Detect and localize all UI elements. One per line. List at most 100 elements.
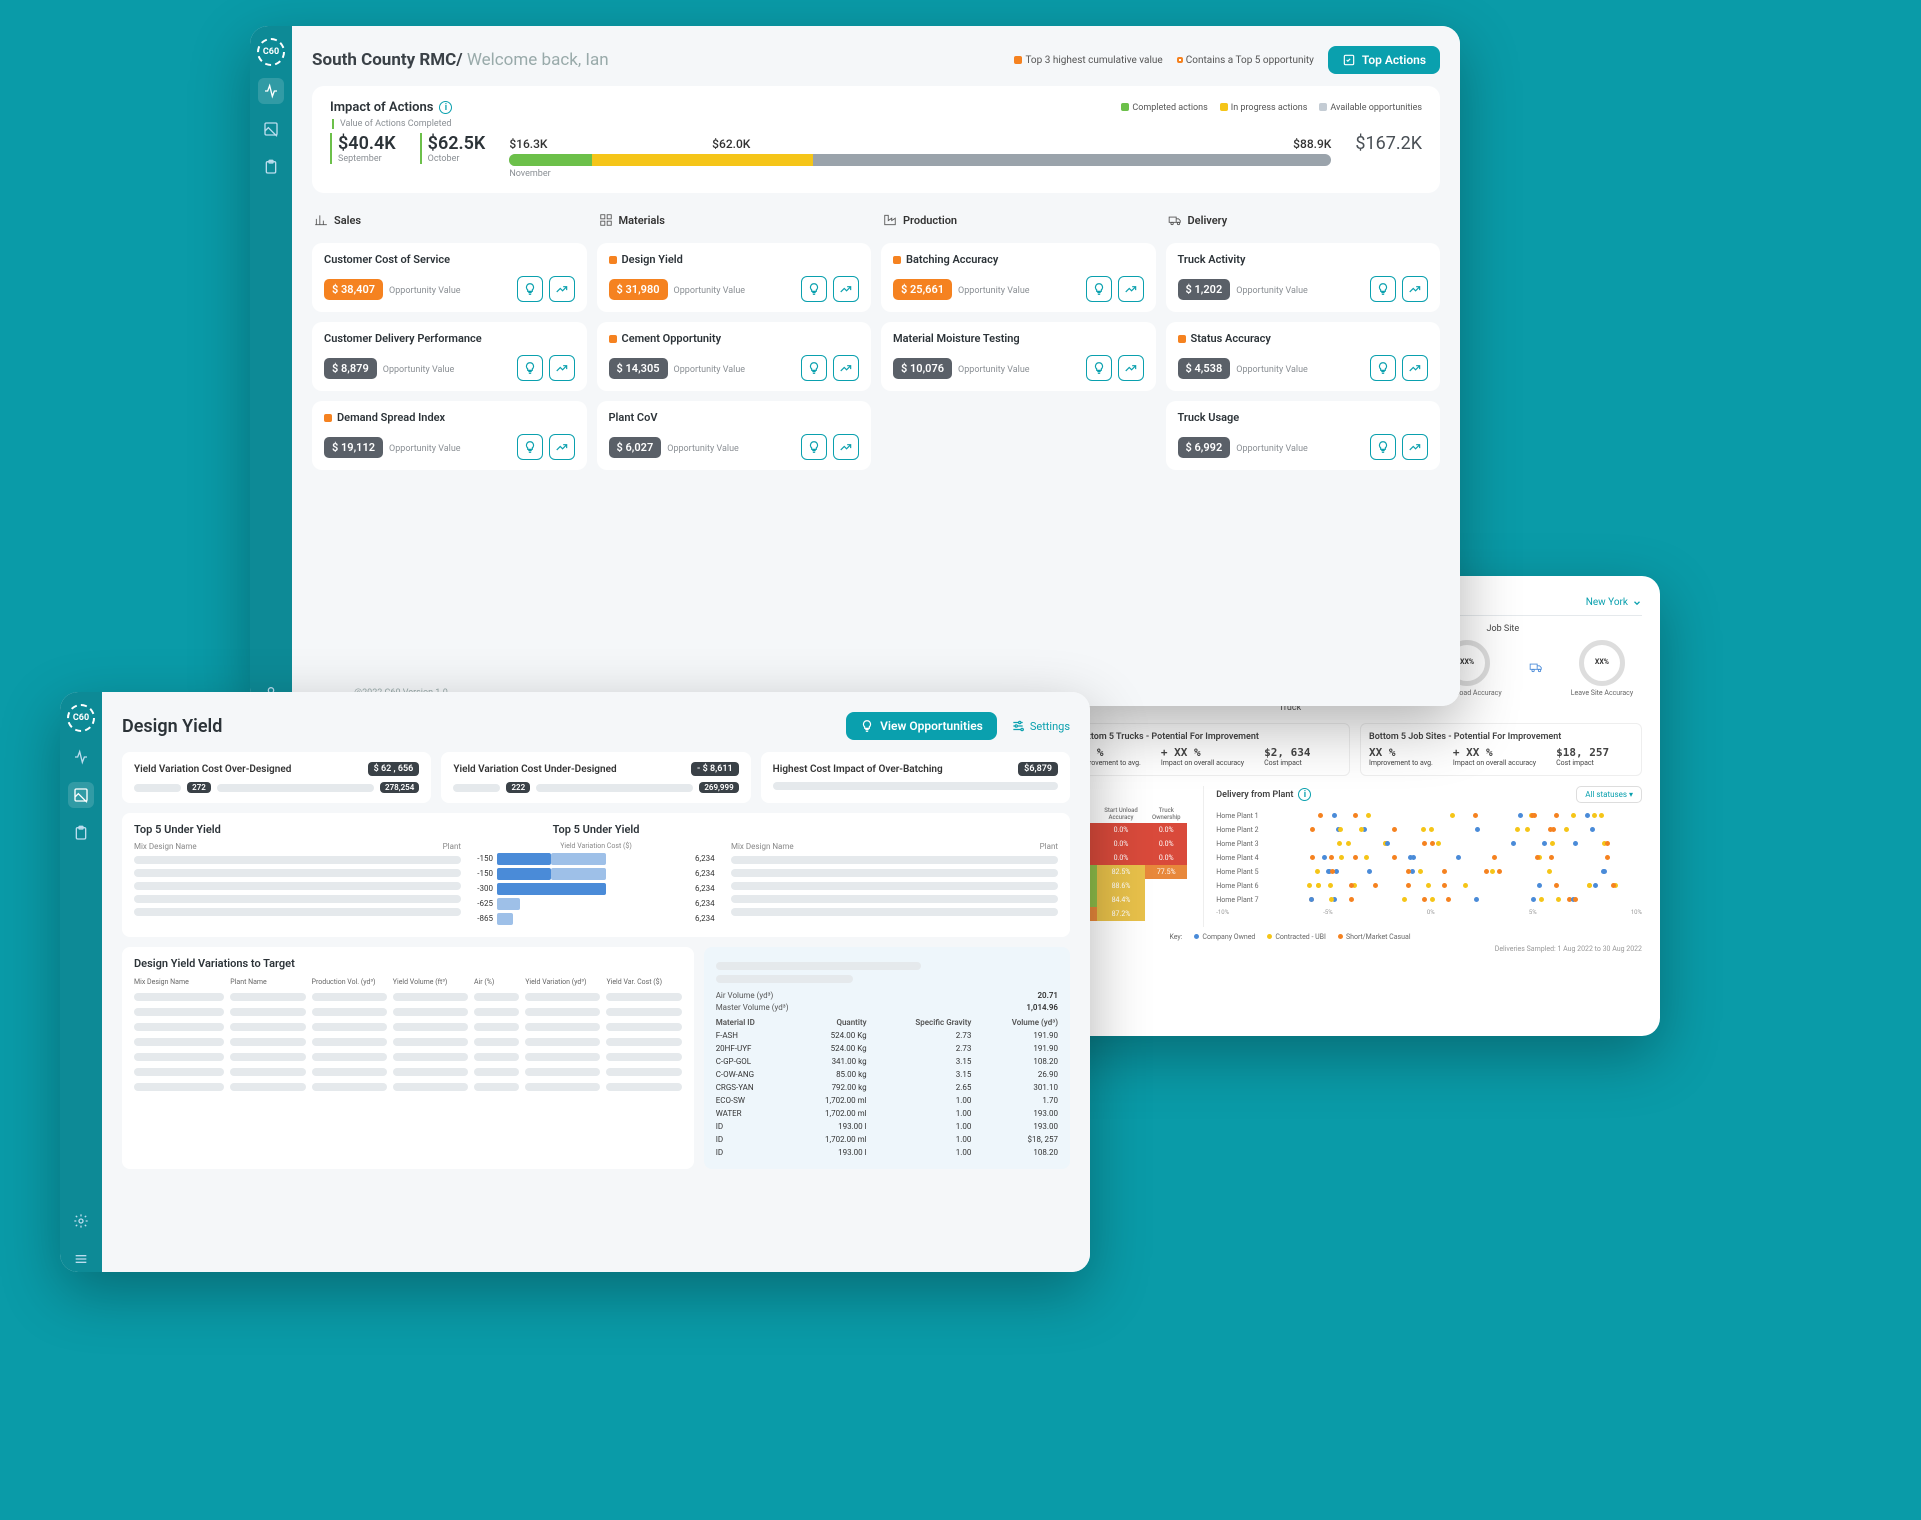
trend-icon[interactable] xyxy=(1402,355,1428,381)
chart-bar-row: -3006,234 xyxy=(461,882,731,895)
metric-card[interactable]: Design Yield$ 31,980Opportunity Value xyxy=(597,243,872,312)
lightbulb-icon[interactable] xyxy=(801,276,827,302)
table-row[interactable] xyxy=(134,1038,682,1046)
metric-card[interactable]: Truck Activity$ 1,202Opportunity Value xyxy=(1166,243,1441,312)
nav-clipboard-icon[interactable] xyxy=(68,820,94,846)
metric-card[interactable]: Batching Accuracy$ 25,661Opportunity Val… xyxy=(881,243,1156,312)
lightbulb-icon[interactable] xyxy=(1086,355,1112,381)
table-row: C-OW-ANG85.00 kg3.1526.90 xyxy=(716,1068,1058,1081)
view-opportunities-button[interactable]: View Opportunities xyxy=(846,712,997,740)
delivery-chart: Delivery from Planti All statuses ▾ Home… xyxy=(1203,786,1642,927)
lightbulb-icon[interactable] xyxy=(801,434,827,460)
dy-content: Design Yield View Opportunities Settings… xyxy=(102,692,1090,1272)
settings-link[interactable]: Settings xyxy=(1011,719,1070,733)
table-row[interactable] xyxy=(134,1008,682,1016)
table-row[interactable] xyxy=(134,1068,682,1076)
metric-card[interactable]: Customer Cost of Service$ 38,407Opportun… xyxy=(312,243,587,312)
nav-image-icon[interactable] xyxy=(258,116,284,142)
top-actions-button[interactable]: Top Actions xyxy=(1328,46,1440,74)
trend-icon[interactable] xyxy=(549,434,575,460)
design-yield-panel: C60 Design Yield View Opportunities Sett… xyxy=(60,692,1090,1272)
legend-top3: Top 3 highest cumulative value xyxy=(1014,55,1162,66)
table-row: CRGS-YAN792.00 kg2.65301.10 xyxy=(716,1081,1058,1094)
info-icon[interactable]: i xyxy=(1298,788,1311,801)
lightbulb-icon[interactable] xyxy=(517,434,543,460)
metric-card[interactable]: Material Moisture Testing$ 10,076Opportu… xyxy=(881,322,1156,391)
chart-bar-row: -1506,234 xyxy=(461,852,731,865)
checklist-icon xyxy=(1342,53,1356,67)
delivery-row: Home Plant 6 xyxy=(1216,881,1642,891)
impact-oct: $62.5KOctober xyxy=(420,133,486,164)
table-row: 20HF-UYF524.00 Kg2.73191.90 xyxy=(716,1042,1058,1055)
trend-icon[interactable] xyxy=(1118,276,1144,302)
trend-icon[interactable] xyxy=(833,355,859,381)
trend-icon[interactable] xyxy=(833,276,859,302)
impact-subtitle: Value of Actions Completed xyxy=(332,119,1422,129)
variations-title: Design Yield Variations to Target xyxy=(134,957,682,970)
nav-settings-icon[interactable] xyxy=(68,1208,94,1234)
kpi-card: Highest Cost Impact of Over-Batching$6,8… xyxy=(761,752,1070,803)
table-row[interactable] xyxy=(134,1083,682,1091)
delivery-row: Home Plant 1 xyxy=(1216,811,1642,821)
impact-bar: $16.3K$62.0K$88.9K November xyxy=(509,137,1331,179)
lightbulb-icon[interactable] xyxy=(1086,276,1112,302)
table-row[interactable] xyxy=(134,993,682,1001)
trend-icon[interactable] xyxy=(1402,434,1428,460)
trend-icon[interactable] xyxy=(833,434,859,460)
nav-activity-icon[interactable] xyxy=(68,744,94,770)
status-filter[interactable]: All statuses ▾ xyxy=(1576,786,1642,803)
impact-total: $167.2K xyxy=(1355,133,1422,154)
page-title: Design Yield xyxy=(122,716,222,737)
delivery-row: Home Plant 2 xyxy=(1216,825,1642,835)
page-header: South County RMC/ Welcome back, Ian Top … xyxy=(312,46,1440,74)
table-row: ECO-SW1,702.00 ml1.001.70 xyxy=(716,1094,1058,1107)
trend-icon[interactable] xyxy=(549,276,575,302)
flow-step: XX%Leave Site Accuracy xyxy=(1571,640,1633,697)
metric-card[interactable]: Cement Opportunity$ 14,305Opportunity Va… xyxy=(597,322,872,391)
lightbulb-icon[interactable] xyxy=(517,276,543,302)
trend-icon[interactable] xyxy=(1402,276,1428,302)
lightbulb-icon[interactable] xyxy=(1370,276,1396,302)
chart-bar-row: -8656,234 xyxy=(461,912,731,925)
impact-sept: $40.4KSeptember xyxy=(330,133,396,164)
kpi-card: Yield Variation Cost Over-Designed$ 62 ,… xyxy=(122,752,431,803)
metric-card[interactable]: Plant CoV$ 6,027Opportunity Value xyxy=(597,401,872,470)
trend-icon[interactable] xyxy=(1118,355,1144,381)
metric-card[interactable]: Demand Spread Index$ 19,112Opportunity V… xyxy=(312,401,587,470)
material-detail-panel: Air Volume (yd³)20.71 Master Volume (yd³… xyxy=(704,947,1070,1169)
variations-table: Design Yield Variations to Target Mix De… xyxy=(122,947,694,1169)
table-row: WATER1,702.00 ml1.00193.00 xyxy=(716,1107,1058,1120)
lightbulb-icon[interactable] xyxy=(801,355,827,381)
location-picker[interactable]: New York xyxy=(1586,597,1642,608)
column-header-delivery: Delivery xyxy=(1166,207,1441,233)
info-icon[interactable]: i xyxy=(439,101,452,114)
metric-card[interactable]: Truck Usage$ 6,992Opportunity Value xyxy=(1166,401,1441,470)
table-row[interactable] xyxy=(134,1053,682,1061)
bottom5-trucks-card: Bottom 5 Trucks - Potential For Improvem… xyxy=(1068,723,1350,776)
logo-icon: C60 xyxy=(257,38,285,66)
lightbulb-icon[interactable] xyxy=(1370,434,1396,460)
breadcrumb: South County RMC/ Welcome back, Ian xyxy=(312,50,609,70)
chart-bar-row: -1506,234 xyxy=(461,867,731,880)
nav-menu-icon[interactable] xyxy=(68,1246,94,1272)
truck-icon xyxy=(1525,660,1547,674)
lightbulb-icon[interactable] xyxy=(517,355,543,381)
nav-clipboard-icon[interactable] xyxy=(258,154,284,180)
nav-image-icon[interactable] xyxy=(68,782,94,808)
table-row[interactable] xyxy=(134,1023,682,1031)
trend-icon[interactable] xyxy=(549,355,575,381)
main-content: South County RMC/ Welcome back, Ian Top … xyxy=(292,26,1460,706)
sidebar: C60 xyxy=(60,692,102,1272)
table-row: C-GP-GOL341.00 kg3.15108.20 xyxy=(716,1055,1058,1068)
logo-icon: C60 xyxy=(67,704,95,732)
table-row: ID1,702.00 ml1.00$18, 257 xyxy=(716,1133,1058,1146)
main-dashboard-panel: C60 South County RMC/ Welcome back, Ian … xyxy=(250,26,1460,706)
lightbulb-icon[interactable] xyxy=(1370,355,1396,381)
top5-card: Top 5 Under Yield Mix Design NamePlant T… xyxy=(122,813,1070,937)
legend-inprogress: In progress actions xyxy=(1220,103,1308,113)
delivery-row: Home Plant 5 xyxy=(1216,867,1642,877)
metric-card[interactable]: Status Accuracy$ 4,538Opportunity Value xyxy=(1166,322,1441,391)
chevron-down-icon xyxy=(1632,598,1642,608)
metric-card[interactable]: Customer Delivery Performance$ 8,879Oppo… xyxy=(312,322,587,391)
nav-activity-icon[interactable] xyxy=(258,78,284,104)
